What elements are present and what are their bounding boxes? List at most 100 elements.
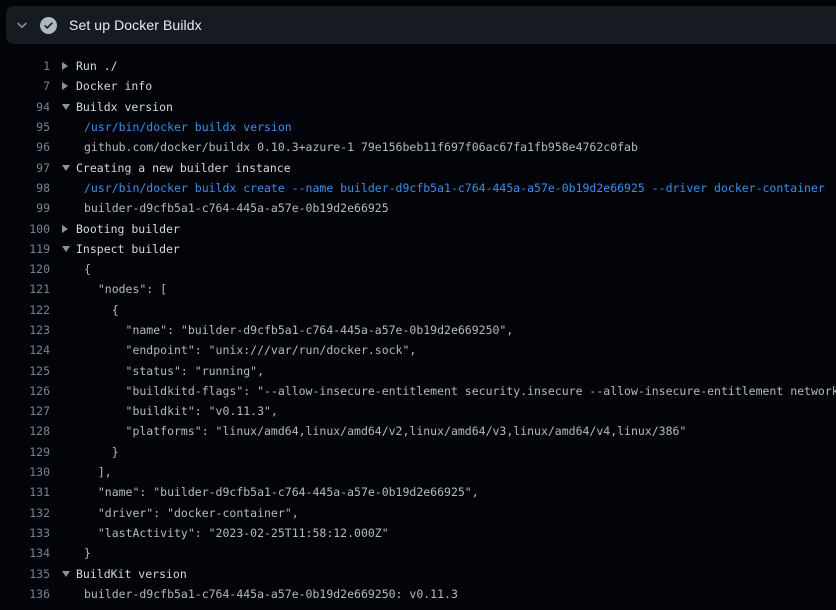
log-line-content: builder-d9cfb5a1-c764-445a-a57e-0b19d2e6… <box>84 587 458 601</box>
log-line-text[interactable]: Docker info <box>76 79 152 93</box>
line-number[interactable]: 126 <box>0 384 50 398</box>
log-line-content: "nodes": [ <box>84 282 167 296</box>
line-number[interactable]: 1 <box>0 59 50 73</box>
log-line: 129 } <box>0 442 836 462</box>
log-line-text[interactable]: Buildx version <box>76 100 173 114</box>
group-toggle-icon <box>62 246 70 252</box>
log-line: 136 builder-d9cfb5a1-c764-445a-a57e-0b19… <box>0 584 836 604</box>
log-line-content: } <box>84 546 91 560</box>
log-line-text: builder-d9cfb5a1-c764-445a-a57e-0b19d2e6… <box>84 201 389 215</box>
line-number[interactable]: 127 <box>0 404 50 418</box>
line-number[interactable]: 130 <box>0 465 50 479</box>
log-line: 95 /usr/bin/docker buildx version <box>0 117 836 137</box>
log-line-text[interactable]: Booting builder <box>76 222 180 236</box>
line-number[interactable]: 99 <box>0 201 50 215</box>
step-header[interactable]: Set up Docker Buildx <box>6 6 836 44</box>
line-number[interactable]: 120 <box>0 262 50 276</box>
line-number[interactable]: 128 <box>0 424 50 438</box>
log-line-content: BuildKit version <box>62 567 187 581</box>
log-line-text[interactable]: Creating a new builder instance <box>76 161 291 175</box>
log-line-text: { <box>84 262 91 276</box>
log-line-content: github.com/docker/buildx 0.10.3+azure-1 … <box>84 140 638 154</box>
log-line-content: /usr/bin/docker buildx create --name bui… <box>84 181 825 195</box>
log-line-text[interactable]: Run ./ <box>76 59 118 73</box>
log-line-group: 1 Run ./ <box>0 56 836 76</box>
line-number[interactable]: 96 <box>0 140 50 154</box>
log-line-content: "buildkitd-flags": "--allow-insecure-ent… <box>84 384 836 398</box>
log-line-text[interactable]: Inspect builder <box>76 242 180 256</box>
line-number[interactable]: 98 <box>0 181 50 195</box>
line-number[interactable]: 123 <box>0 323 50 337</box>
log-line: 127 "buildkit": "v0.11.3", <box>0 401 836 421</box>
line-number[interactable]: 119 <box>0 242 50 256</box>
log-line-text: /usr/bin/docker buildx version <box>84 120 292 134</box>
line-number[interactable]: 97 <box>0 161 50 175</box>
log-line-text: "name": "builder-d9cfb5a1-c764-445a-a57e… <box>84 485 479 499</box>
log-line: 125 "status": "running", <box>0 360 836 380</box>
line-number[interactable]: 135 <box>0 567 50 581</box>
log-line: 122 { <box>0 300 836 320</box>
log-line-text: "endpoint": "unix:///var/run/docker.sock… <box>84 343 416 357</box>
log-line: 131 "name": "builder-d9cfb5a1-c764-445a-… <box>0 482 836 502</box>
log-line-content: "name": "builder-d9cfb5a1-c764-445a-a57e… <box>84 323 513 337</box>
line-number[interactable]: 124 <box>0 343 50 357</box>
line-number[interactable]: 125 <box>0 364 50 378</box>
line-number[interactable]: 131 <box>0 485 50 499</box>
log-line: 132 "driver": "docker-container", <box>0 503 836 523</box>
log-line-content: Run ./ <box>62 59 118 73</box>
line-number[interactable]: 134 <box>0 546 50 560</box>
log-line: 134 } <box>0 543 836 563</box>
log-line-content: "buildkit": "v0.11.3", <box>84 404 278 418</box>
log-line-content: "endpoint": "unix:///var/run/docker.sock… <box>84 343 416 357</box>
log-line-content: builder-d9cfb5a1-c764-445a-a57e-0b19d2e6… <box>84 201 389 215</box>
log-line-group: 119 Inspect builder <box>0 239 836 259</box>
line-number[interactable]: 94 <box>0 100 50 114</box>
group-toggle-icon <box>62 62 68 70</box>
line-number[interactable]: 95 <box>0 120 50 134</box>
log-line-text: github.com/docker/buildx 0.10.3+azure-1 … <box>84 140 638 154</box>
log-line-text: } <box>84 445 119 459</box>
log-line: 126 "buildkitd-flags": "--allow-insecure… <box>0 381 836 401</box>
line-number[interactable]: 133 <box>0 526 50 540</box>
line-number[interactable]: 7 <box>0 79 50 93</box>
log-line-content: "name": "builder-d9cfb5a1-c764-445a-a57e… <box>84 485 479 499</box>
log-line-content: } <box>84 445 119 459</box>
log-line: 98 /usr/bin/docker buildx create --name … <box>0 178 836 198</box>
log-line-text: "buildkitd-flags": "--allow-insecure-ent… <box>84 384 836 398</box>
log-line-content: { <box>84 303 119 317</box>
log-line-text: "name": "builder-d9cfb5a1-c764-445a-a57e… <box>84 323 513 337</box>
log-line-text: "platforms": "linux/amd64,linux/amd64/v2… <box>84 424 686 438</box>
log-line-text: ], <box>84 465 112 479</box>
log-panel: Set up Docker Buildx 1 Run ./ 7 Docker i… <box>0 6 836 604</box>
line-number[interactable]: 121 <box>0 282 50 296</box>
log-line-content: { <box>84 262 91 276</box>
log-line-content: "platforms": "linux/amd64,linux/amd64/v2… <box>84 424 686 438</box>
line-number[interactable]: 136 <box>0 587 50 601</box>
log-line-text: /usr/bin/docker buildx create --name bui… <box>84 181 825 195</box>
group-toggle-icon <box>62 165 70 171</box>
log-line-group: 94 Buildx version <box>0 97 836 117</box>
line-number[interactable]: 122 <box>0 303 50 317</box>
log-line: 130 ], <box>0 462 836 482</box>
log-line-content: "lastActivity": "2023-02-25T11:58:12.000… <box>84 526 389 540</box>
chevron-down-icon <box>15 18 29 32</box>
line-number[interactable]: 129 <box>0 445 50 459</box>
log-line-text[interactable]: BuildKit version <box>76 567 187 581</box>
log-line: 124 "endpoint": "unix:///var/run/docker.… <box>0 340 836 360</box>
log-line-content: Booting builder <box>62 222 180 236</box>
log-line-content: ], <box>84 465 112 479</box>
line-number[interactable]: 132 <box>0 506 50 520</box>
log-line: 96 github.com/docker/buildx 0.10.3+azure… <box>0 137 836 157</box>
log-line-content: Inspect builder <box>62 242 180 256</box>
log-line-group: 100 Booting builder <box>0 218 836 238</box>
log-line-group: 97 Creating a new builder instance <box>0 157 836 177</box>
log-line-group: 7 Docker info <box>0 76 836 96</box>
log-line: 120 { <box>0 259 836 279</box>
log-line: 128 "platforms": "linux/amd64,linux/amd6… <box>0 421 836 441</box>
line-number[interactable]: 100 <box>0 222 50 236</box>
log-line-group: 135 BuildKit version <box>0 563 836 583</box>
log-line: 123 "name": "builder-d9cfb5a1-c764-445a-… <box>0 320 836 340</box>
log-body: 1 Run ./ 7 Docker info 94 Buildx version… <box>0 44 836 604</box>
group-toggle-icon <box>62 82 68 90</box>
group-toggle-icon <box>62 571 70 577</box>
